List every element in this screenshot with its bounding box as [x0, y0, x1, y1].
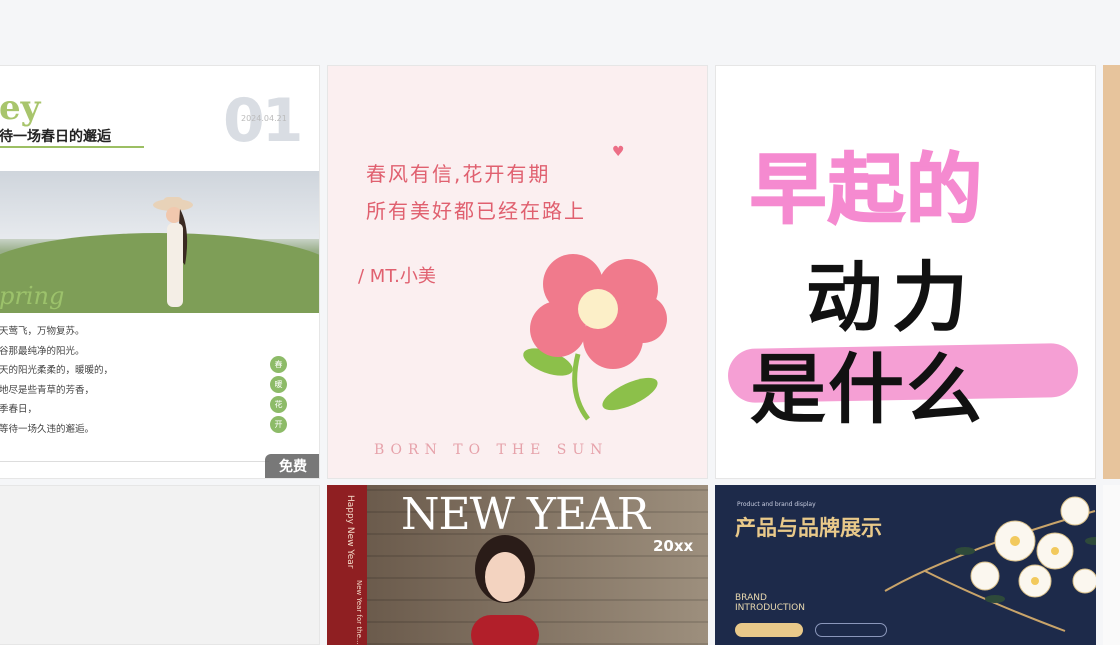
camellia-illustration	[884, 496, 1096, 632]
quote-line-2: 所有美好都已经在路上	[366, 199, 586, 223]
heart-icon: ♥	[612, 144, 625, 160]
poem-text: 天莺飞，万物复苏。 谷那最纯净的阳光。 天的阳光柔柔的，暖暖的， 地尽是些青草的…	[0, 326, 114, 435]
signature: / MT.小美	[358, 266, 436, 287]
template-card-paper[interactable]	[0, 485, 320, 645]
year-text: 20xx	[653, 537, 694, 555]
template-card-morning[interactable]: 早起的 动力 是什么	[715, 65, 1096, 479]
season-dots: 春 暖 花 开	[270, 356, 287, 436]
new-year-title: NEW YEAR	[401, 489, 650, 540]
template-card-spring[interactable]: ey 待一场春日的邂逅 01 2024.04.21 pring 天莺飞，万物复苏…	[0, 65, 320, 479]
card-title-partial: ey	[0, 88, 41, 128]
headline-pink: 早起的	[749, 144, 984, 235]
script-word: pring	[0, 282, 65, 310]
divider	[0, 146, 144, 148]
small-caption: Product and brand display	[737, 501, 816, 508]
headline-black-2: 是什么	[750, 345, 984, 434]
template-card-partial-2[interactable]	[1103, 485, 1120, 645]
top-bar	[0, 0, 1120, 64]
free-badge: 免费	[265, 454, 319, 478]
quote-line-1: 春风有信,花开有期	[366, 162, 551, 186]
vertical-caption: Happy New Year	[345, 495, 355, 569]
woman-portrait	[471, 535, 539, 645]
card-subtitle: 待一场春日的邂逅	[0, 129, 111, 145]
issue-date: 2024.04.21	[241, 114, 287, 123]
divider	[0, 461, 269, 462]
template-card-partial[interactable]	[1103, 65, 1120, 479]
vertical-caption-2: New Year for the...	[355, 580, 363, 645]
woman-figure	[153, 197, 193, 307]
template-card-spring-quote[interactable]: ♥ 春风有信,花开有期 所有美好都已经在路上 / MT.小美 BORN TO T…	[327, 65, 708, 479]
template-card-new-year[interactable]: Happy New Year New Year for the... NEW Y…	[327, 485, 708, 645]
pill-decoration	[735, 623, 803, 637]
flower-illustration	[523, 254, 667, 421]
brand-intro: BRAND INTRODUCTION	[735, 593, 805, 613]
template-card-brand[interactable]: Product and brand display 产品与品牌展示 BRAND …	[715, 485, 1096, 645]
footer-text: BORN TO THE SUN	[374, 442, 609, 458]
